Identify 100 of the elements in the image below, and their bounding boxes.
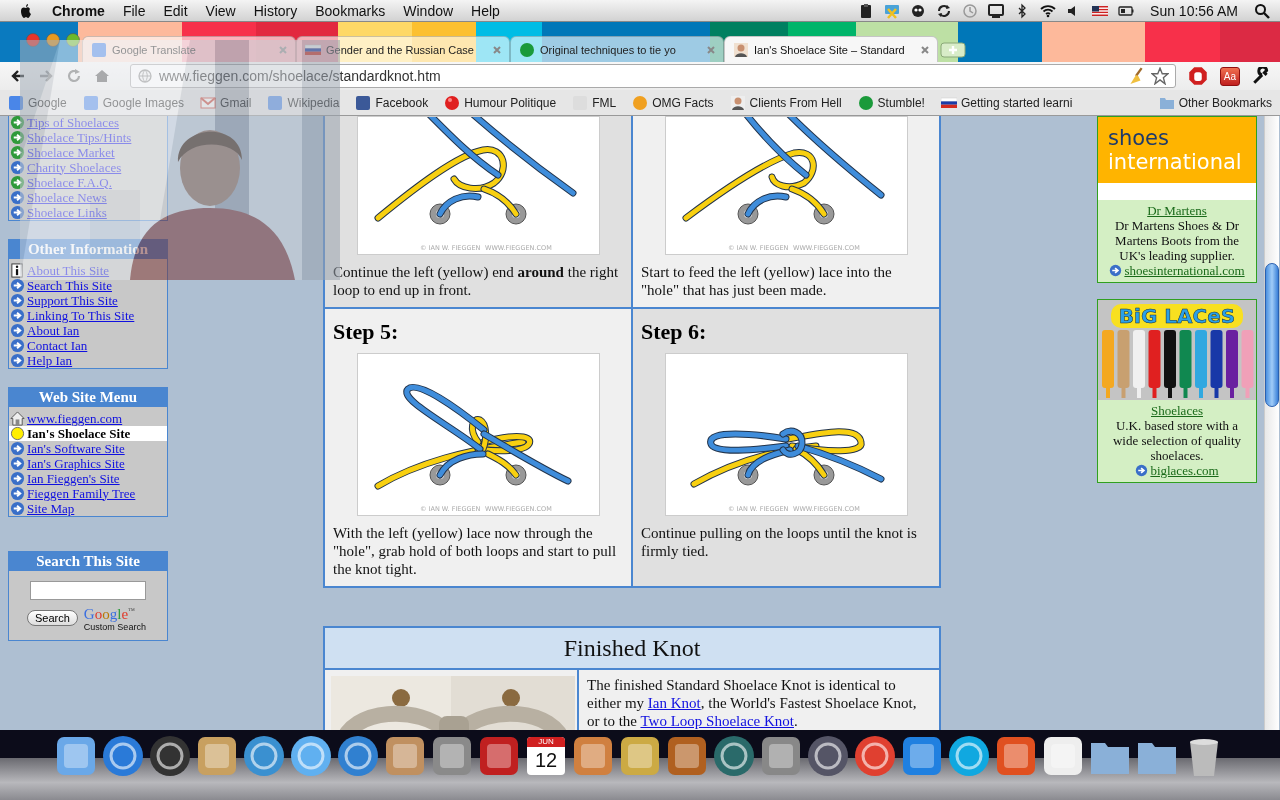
scrollbar[interactable] bbox=[1264, 116, 1279, 730]
banner-text: shoes bbox=[1108, 126, 1170, 150]
scroll-thumb[interactable] bbox=[1265, 263, 1279, 407]
new-tab-icon[interactable] bbox=[940, 42, 966, 58]
bookmark[interactable]: Clients From Hell bbox=[729, 94, 842, 111]
menu-item[interactable]: File bbox=[122, 2, 146, 19]
menu-item[interactable]: Edit bbox=[163, 2, 188, 19]
wrench-icon[interactable] bbox=[1252, 67, 1270, 85]
apple-menu-icon[interactable] bbox=[18, 2, 34, 19]
window-control-icon[interactable] bbox=[66, 33, 80, 47]
text-link[interactable]: Two Loop Shoelace Knot bbox=[640, 713, 794, 729]
arrow-icon bbox=[10, 501, 25, 516]
sync-icon[interactable] bbox=[936, 2, 953, 19]
sidebar-link[interactable]: Ian's Shoelace Site bbox=[9, 426, 167, 441]
bookmark[interactable]: Humour Politique bbox=[444, 94, 557, 111]
sidebar-link[interactable]: Search This Site bbox=[9, 278, 167, 293]
search-icon[interactable] bbox=[1254, 2, 1270, 19]
app-icon[interactable] bbox=[618, 734, 662, 778]
bookmark[interactable]: Wikipedia bbox=[267, 94, 340, 111]
tab-title: Google Translate bbox=[112, 43, 197, 56]
app-icon[interactable] bbox=[900, 734, 944, 778]
app-icon[interactable] bbox=[994, 734, 1038, 778]
url-text: www.fieggen.com/shoelace/standardknot.htm bbox=[159, 68, 441, 84]
sidebar-link[interactable]: Linking To This Site bbox=[9, 308, 167, 323]
app-icon[interactable] bbox=[477, 734, 521, 778]
bookmark[interactable]: Facebook bbox=[355, 94, 429, 111]
app-icon[interactable] bbox=[806, 734, 850, 778]
calendar-icon[interactable]: JUN 12 bbox=[527, 737, 565, 775]
wifi-icon[interactable] bbox=[1040, 2, 1057, 19]
ad-banner[interactable]: shoes international bbox=[1098, 117, 1256, 183]
home-icon bbox=[10, 411, 25, 426]
address-field[interactable]: www.fieggen.com/shoelace/standardknot.htm bbox=[130, 64, 1176, 88]
panel-title: Search This Site bbox=[9, 552, 167, 571]
bookmark[interactable]: Getting started learni bbox=[940, 94, 1073, 111]
app-icon[interactable] bbox=[1041, 734, 1085, 778]
tab[interactable]: Original techniques to tie yo bbox=[510, 36, 724, 62]
app-icon[interactable] bbox=[289, 734, 333, 778]
sidebar-link[interactable]: Site Map bbox=[9, 501, 167, 516]
close-icon[interactable] bbox=[919, 43, 931, 56]
star-icon[interactable] bbox=[1150, 67, 1169, 85]
menu-item[interactable]: History bbox=[253, 2, 298, 19]
menu-item[interactable]: View bbox=[205, 2, 236, 19]
sidebar-link[interactable]: Ian Fieggen's Site bbox=[9, 471, 167, 486]
app-icon[interactable] bbox=[195, 734, 239, 778]
globe-icon bbox=[137, 68, 153, 84]
sidebar-link[interactable]: Fieggen Family Tree bbox=[9, 486, 167, 501]
sidebar-link[interactable]: www.fieggen.com bbox=[9, 411, 167, 426]
close-icon[interactable] bbox=[491, 43, 503, 56]
arrow-icon bbox=[10, 308, 25, 323]
sidebar-link[interactable]: Ian's Software Site bbox=[9, 441, 167, 456]
search-button[interactable]: Search bbox=[27, 610, 78, 626]
ad-link[interactable]: Shoelaces bbox=[1151, 403, 1203, 418]
extension-button[interactable]: Aa bbox=[1219, 66, 1240, 86]
app-icon[interactable] bbox=[101, 734, 145, 778]
app-icon[interactable] bbox=[336, 734, 380, 778]
bookmark[interactable]: Stumble! bbox=[857, 94, 925, 111]
app-icon[interactable] bbox=[853, 734, 897, 778]
app-icon[interactable] bbox=[148, 734, 192, 778]
menu-item[interactable]: Bookmarks bbox=[315, 2, 386, 19]
app-icon[interactable] bbox=[54, 734, 98, 778]
app-icon[interactable] bbox=[383, 734, 427, 778]
sidebar-link[interactable]: About Ian bbox=[9, 323, 167, 338]
tab-title: Original techniques to tie yo bbox=[540, 43, 677, 56]
arrow-icon bbox=[10, 353, 25, 368]
stop-sign-icon[interactable] bbox=[1187, 66, 1208, 86]
step-description: With the left (yellow) lace now through the "hole", grab hold of both loops and start to pull the knot tight. bbox=[333, 524, 618, 578]
ad-link[interactable]: shoesinternational.com bbox=[1109, 263, 1245, 278]
circle-icon[interactable] bbox=[910, 2, 927, 19]
app-icon[interactable] bbox=[665, 734, 709, 778]
search-field[interactable] bbox=[30, 581, 146, 600]
sidebar-link[interactable]: Ian's Graphics Site bbox=[9, 456, 167, 471]
sidebar-link[interactable]: Contact Ian bbox=[9, 338, 167, 353]
square-icon bbox=[267, 94, 284, 111]
text-link[interactable]: Ian Knot bbox=[647, 695, 701, 711]
menu-item[interactable]: Window bbox=[403, 2, 454, 19]
ad-link[interactable]: biglaces.com bbox=[1135, 463, 1219, 478]
section-heading: Finished Knot bbox=[325, 628, 939, 668]
app-menu[interactable]: Chrome bbox=[52, 2, 105, 19]
app-icon[interactable] bbox=[759, 734, 803, 778]
back-icon[interactable] bbox=[10, 68, 26, 84]
ad-link[interactable]: Dr Martens bbox=[1147, 203, 1207, 218]
sidebar-link[interactable]: Help Ian bbox=[9, 353, 167, 368]
bookmark[interactable]: Other Bookmarks bbox=[1158, 94, 1272, 111]
bookmark[interactable]: FML bbox=[572, 94, 617, 111]
app-icon[interactable] bbox=[571, 734, 615, 778]
display-icon[interactable] bbox=[988, 2, 1005, 19]
menu-item[interactable]: Help bbox=[471, 2, 500, 19]
sidebar-link[interactable]: Support This Site bbox=[9, 293, 167, 308]
app-icon[interactable] bbox=[712, 734, 756, 778]
bookmark[interactable]: OMG Facts bbox=[632, 94, 714, 111]
app-icon[interactable] bbox=[242, 734, 286, 778]
clock[interactable]: Sun 10:56 AM bbox=[1150, 2, 1238, 19]
arrow-icon bbox=[10, 456, 25, 471]
app-icon[interactable] bbox=[947, 734, 991, 778]
arrow-icon bbox=[10, 441, 25, 456]
step-description: Start to feed the left (yellow) lace into the "hole" that has just been made. bbox=[641, 263, 893, 299]
tab[interactable]: Ian's Shoelace Site – Standard bbox=[724, 36, 938, 62]
app-icon[interactable] bbox=[430, 734, 474, 778]
bookmark[interactable]: Gmail bbox=[200, 94, 252, 111]
tab[interactable]: Gender and the Russian Case bbox=[296, 36, 510, 62]
